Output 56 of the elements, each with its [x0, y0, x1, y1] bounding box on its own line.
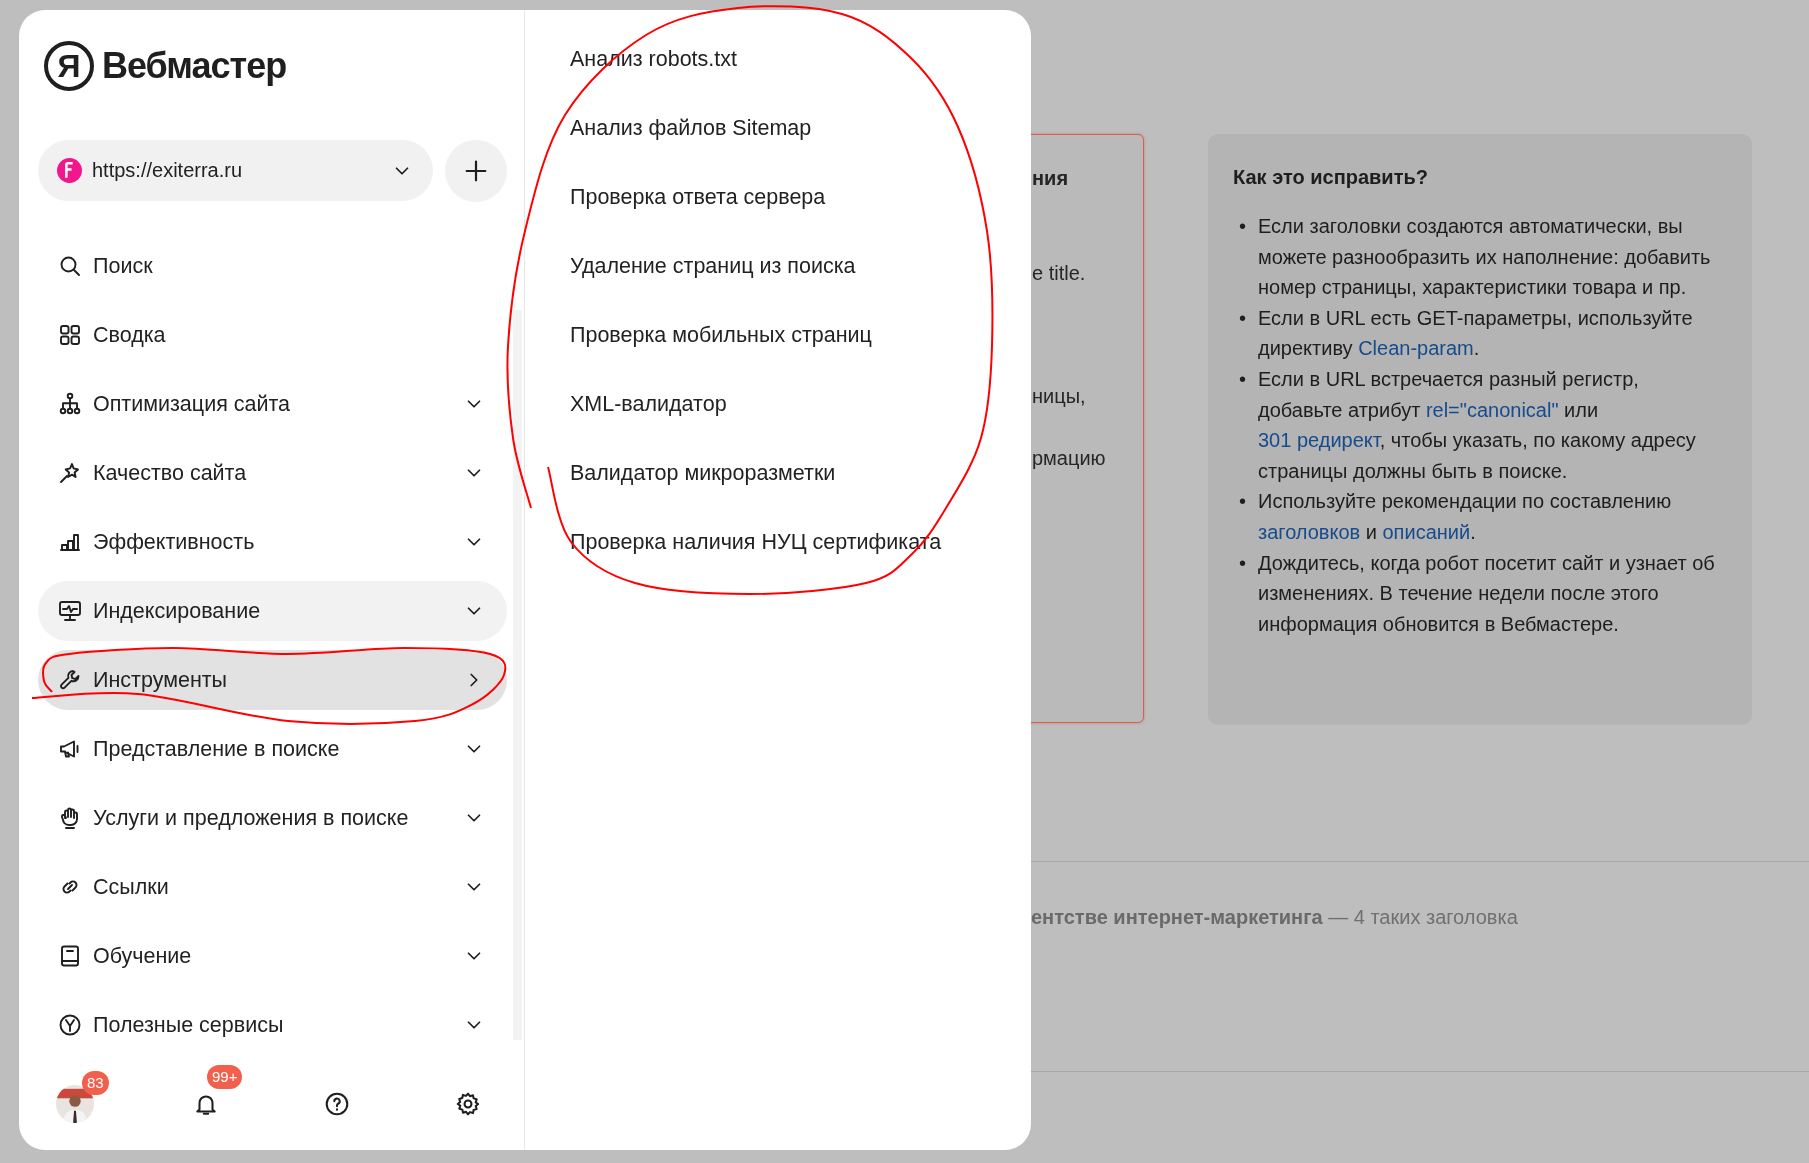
nav-item[interactable]: Полезные сервисы: [38, 995, 507, 1055]
nav-item[interactable]: Качество сайта: [38, 443, 507, 503]
star-wand-icon: [58, 461, 82, 485]
result-text: ентстве интернет-маркетинга — 4 таких заголовка: [1031, 906, 1519, 929]
nav-item[interactable]: Инструменты: [38, 650, 507, 710]
submenu-link[interactable]: Проверка ответа сервера: [570, 167, 826, 227]
text-link[interactable]: rel="canonical": [1425, 398, 1559, 421]
help-icon: [324, 1091, 350, 1117]
nav-item[interactable]: Эффективность: [38, 512, 507, 572]
bullet: •: [1239, 214, 1247, 239]
nav-item[interactable]: Сводка: [38, 305, 507, 365]
circle-fork-icon: [58, 1013, 82, 1037]
logo-mark: Я: [44, 41, 94, 91]
text-link[interactable]: заголовков: [1258, 520, 1361, 543]
bullet: •: [1239, 550, 1247, 576]
nav-item[interactable]: Индексирование: [38, 581, 507, 641]
site-favicon-icon: [57, 158, 82, 183]
list-item: Используйте рекомендации по составлению заголовков и описаний.: [1258, 489, 1673, 545]
nav-item[interactable]: Представление в поиске: [38, 719, 507, 779]
text-link[interactable]: 301 редирект: [1258, 429, 1380, 452]
wrench-icon: [58, 668, 82, 692]
text-link[interactable]: Clean-param: [1358, 337, 1474, 360]
text-fragment: ницы,: [1032, 384, 1087, 408]
text-fragment: рмацию: [1032, 446, 1107, 470]
nav-item[interactable]: Ссылки: [38, 857, 507, 917]
counter-badge: 83: [82, 1071, 109, 1095]
card-title: Как это исправить?: [1233, 165, 1429, 189]
list-item: Если в URL есть GET-параметры, используйте директиву Clean-param.: [1258, 305, 1694, 362]
nav-item[interactable]: Оптимизация сайта: [38, 374, 507, 434]
site-selector[interactable]: https://exiterra.ru: [38, 140, 433, 201]
bullet: •: [1239, 305, 1247, 331]
counter-badge: 99+: [207, 1065, 243, 1089]
list-item: Если в URL встречается разный регистр, добавьте атрибут rel="canonical" или 301 редирект, чтобы указать, по какому адресу страницы должны быть в поиске.: [1258, 366, 1697, 484]
hierarchy-icon: [58, 392, 82, 416]
nav-item[interactable]: Услуги и предложения в поиске: [38, 788, 507, 848]
bullet: •: [1239, 489, 1247, 515]
monitor-pulse-icon: [58, 599, 82, 623]
book-icon: [58, 944, 82, 968]
submenu-link[interactable]: Анализ файлов Sitemap: [570, 98, 812, 158]
submenu-link[interactable]: Проверка мобильных страниц: [570, 305, 872, 365]
submenu-link[interactable]: XML-валидатор: [570, 374, 727, 434]
grid-icon: [58, 323, 82, 347]
bullet: •: [1239, 366, 1247, 392]
text-fragment: e title.: [1032, 261, 1087, 285]
list-item: Если заголовки создаются автоматически, вы можете разнообразить их наполнение: добавить номер страницы, характеристики товара и пр.: [1258, 214, 1712, 301]
settings-icon: [455, 1091, 481, 1117]
nav-item[interactable]: Поиск: [38, 236, 507, 296]
search-icon: [58, 254, 82, 278]
submenu-link[interactable]: Валидатор микроразметки: [570, 443, 836, 503]
submenu-link[interactable]: Удаление страниц из поиска: [570, 236, 856, 296]
logo-title: Вебмастер: [102, 45, 287, 87]
text-link[interactable]: описаний: [1382, 520, 1471, 543]
nav-item[interactable]: Обучение: [38, 926, 507, 986]
text-fragment: ния: [1032, 166, 1070, 190]
scrollbar[interactable]: [513, 310, 522, 1040]
list-item: Дождитесь, когда робот посетит сайт и узнает об изменениях. В течение недели после этого информация обновится в Вебмастере.: [1258, 550, 1716, 637]
